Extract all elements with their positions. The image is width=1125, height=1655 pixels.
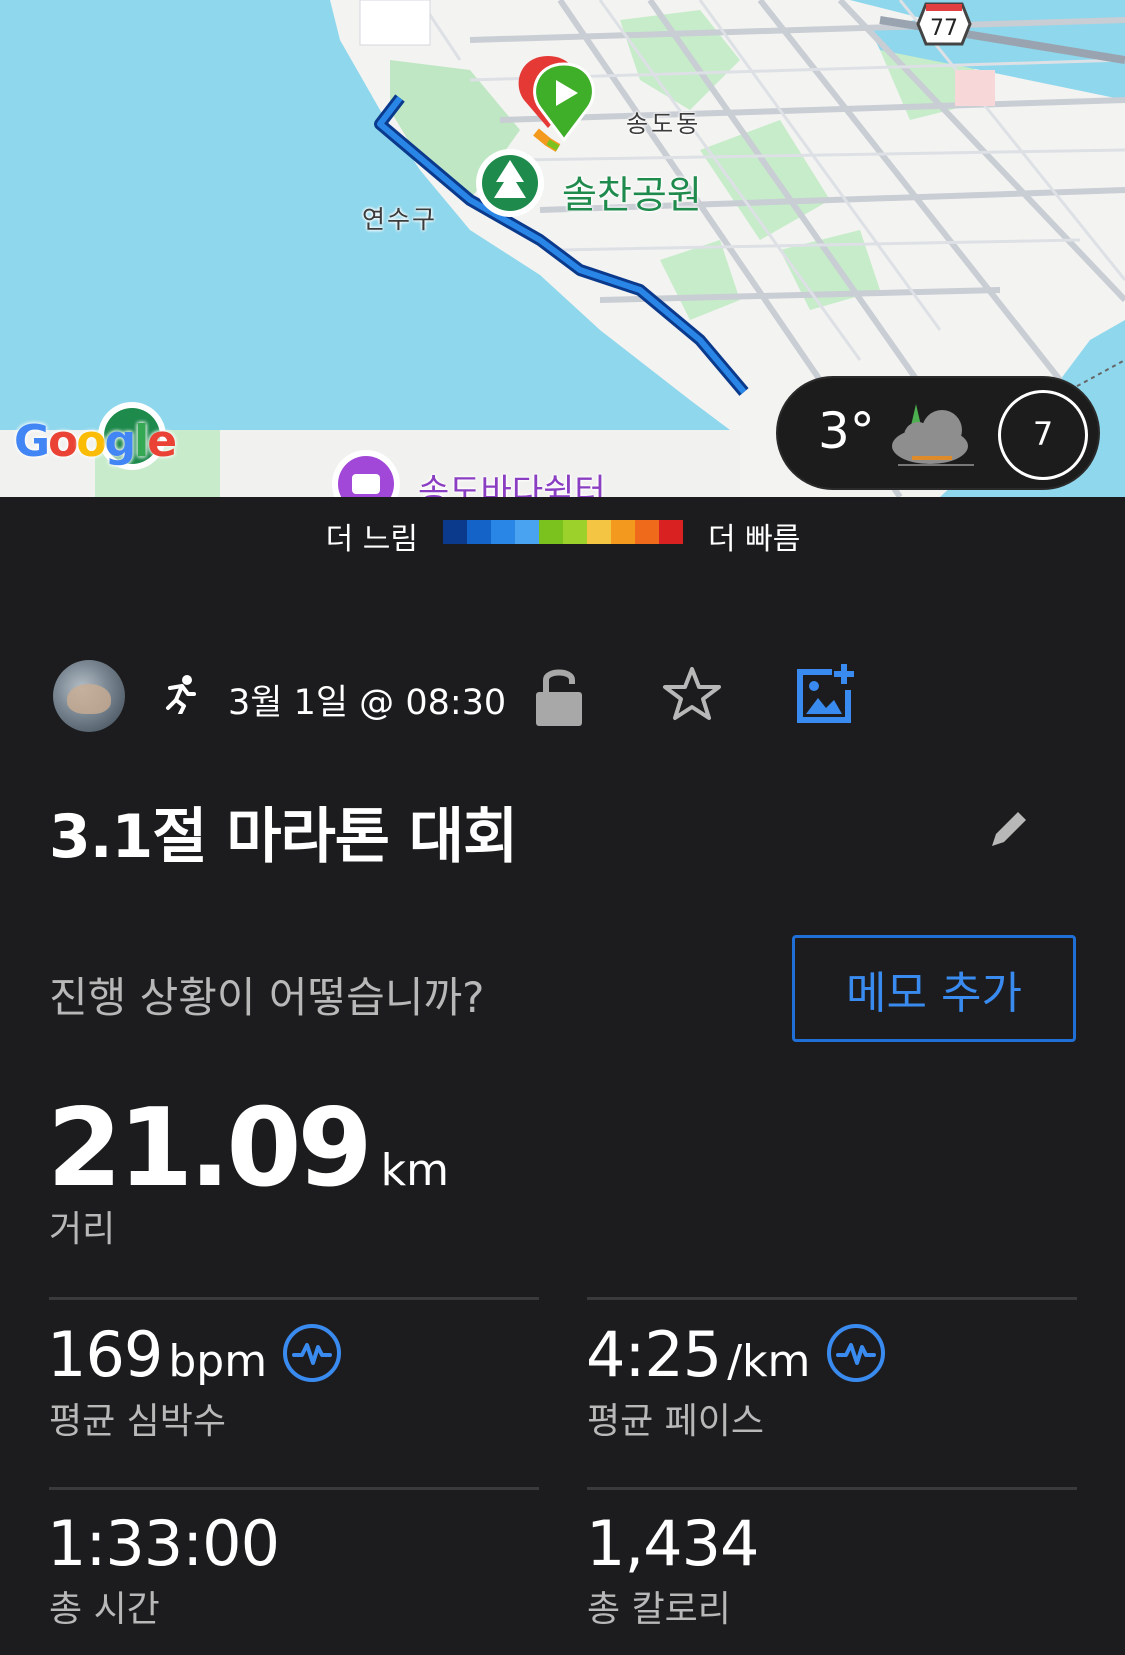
heart-rate-label: 평균 심박수 — [49, 1401, 227, 1442]
route-map[interactable]: 77 송도동 연수구 솔찬공원 송도바다쉼터 Google 3° 7 — [0, 0, 1125, 497]
pace-label: 평균 페이스 — [587, 1401, 765, 1442]
divider — [587, 1297, 1077, 1300]
distance-label: 거리 — [49, 1209, 116, 1250]
heart-rate-pulse-icon[interactable] — [282, 1323, 342, 1383]
pace-legend: 더 느림 더 빠름 — [0, 510, 1125, 557]
google-logo: Google — [14, 416, 177, 467]
pace-value: 4:25 — [586, 1318, 722, 1391]
map-label-yeonsu: 연수구 — [362, 205, 438, 234]
distance-unit: km — [380, 1145, 449, 1196]
pace-color-swatch — [635, 520, 659, 544]
heart-rate-stat: 169 bpm — [47, 1318, 267, 1391]
weather-temperature: 3° — [818, 402, 875, 460]
divider — [49, 1487, 539, 1490]
pace-color-swatch — [443, 520, 467, 544]
running-icon — [166, 675, 196, 714]
pace-stat: 4:25/km — [586, 1318, 810, 1391]
map-label-songdo: 송도동 — [626, 110, 702, 138]
total-time-label: 총 시간 — [49, 1589, 160, 1630]
pace-color-swatch — [563, 520, 587, 544]
route-shield-77: 77 — [916, 2, 972, 46]
pace-color-bar — [443, 520, 683, 544]
total-time-value: 1:33:00 — [47, 1507, 280, 1580]
divider — [49, 1297, 539, 1300]
add-memo-button[interactable]: 메모 추가 — [792, 935, 1076, 1042]
pace-pulse-icon[interactable] — [826, 1323, 886, 1383]
pace-legend-fast: 더 빠름 — [708, 522, 801, 557]
star-icon[interactable] — [662, 666, 722, 722]
avatar[interactable] — [53, 660, 125, 732]
pace-color-swatch — [515, 520, 539, 544]
pace-color-swatch — [587, 520, 611, 544]
map-label-center[interactable]: 송도바다쉼터 — [418, 464, 606, 497]
heart-rate-value: 169 — [47, 1318, 163, 1391]
note-prompt: 진행 상황이 어떻습니까? — [49, 973, 485, 1022]
pace-color-swatch — [467, 520, 491, 544]
unlock-icon[interactable] — [534, 664, 584, 726]
map-label-park[interactable]: 솔찬공원 — [562, 164, 702, 219]
cloud-icon — [892, 404, 974, 466]
weather-dial-value: 7 — [1032, 415, 1054, 453]
weather-widget[interactable]: 3° 7 — [776, 376, 1100, 490]
total-time-stat: 1:33:00 — [47, 1507, 280, 1580]
calories-stat: 1,434 — [586, 1507, 759, 1580]
calories-label: 총 칼로리 — [587, 1589, 731, 1630]
divider — [587, 1487, 1077, 1490]
heart-rate-unit: bpm — [168, 1336, 268, 1387]
svg-text:77: 77 — [930, 16, 958, 41]
add-photo-icon[interactable] — [796, 662, 858, 724]
calories-value: 1,434 — [586, 1507, 759, 1580]
weather-dial: 7 — [998, 390, 1088, 480]
pace-color-swatch — [491, 520, 515, 544]
distance-stat: 21.09 km — [47, 1086, 449, 1211]
pace-color-swatch — [611, 520, 635, 544]
edit-pencil-icon[interactable] — [988, 806, 1032, 850]
pace-color-swatch — [539, 520, 563, 544]
activity-date: 3월 1일 @ 08:30 — [228, 683, 507, 723]
pace-color-swatch — [659, 520, 683, 544]
pace-unit: /km — [727, 1336, 811, 1387]
activity-title[interactable]: 3.1절 마라톤 대회 — [49, 788, 518, 875]
distance-value: 21.09 — [47, 1086, 373, 1211]
pace-legend-slow: 더 느림 — [325, 522, 418, 557]
